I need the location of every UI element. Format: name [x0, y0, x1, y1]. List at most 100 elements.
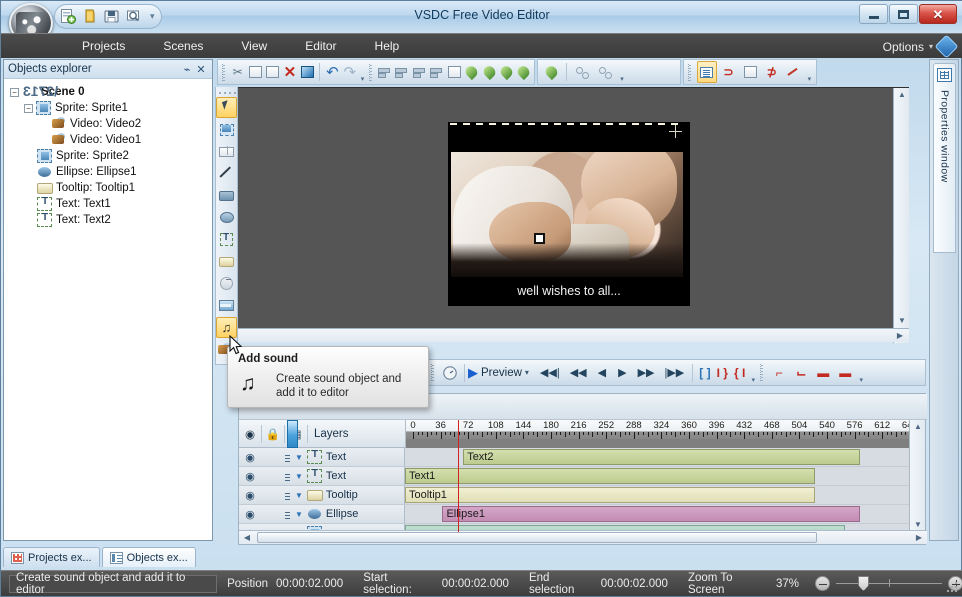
visibility-column-icon[interactable]: ◉ — [239, 427, 261, 441]
edit-marker-button[interactable]: ⊅ — [761, 61, 782, 83]
toolbar-grip[interactable] — [688, 63, 694, 81]
align-top-button[interactable] — [411, 61, 427, 83]
delete-button[interactable]: ✕ — [282, 61, 298, 83]
open-project-icon[interactable] — [81, 8, 98, 25]
clock-tool[interactable] — [216, 273, 237, 294]
trim-end-button[interactable]: ▬ — [834, 362, 856, 384]
align-clip-center-button[interactable]: ⌙ — [790, 362, 812, 384]
preview-label[interactable]: Preview — [481, 367, 522, 379]
tooltip-tool[interactable] — [216, 251, 237, 272]
minimize-button[interactable] — [859, 4, 888, 24]
chevron-down-icon[interactable]: ▼ — [295, 491, 303, 500]
layer-options-icon[interactable] — [285, 471, 293, 481]
scroll-right-icon[interactable]: ▶ — [912, 531, 926, 545]
lock-column-icon[interactable]: 🔒 — [262, 427, 284, 441]
editor-canvas[interactable]: well wishes to all... ▲ ▼ ▶ — [238, 87, 909, 343]
align-clip-left-button[interactable]: ⌐ — [768, 362, 790, 384]
visibility-toggle[interactable]: ◉ — [239, 489, 261, 502]
scroll-up-icon[interactable]: ▲ — [910, 420, 926, 434]
text-tool[interactable] — [216, 229, 237, 250]
scroll-up-icon[interactable]: ▲ — [894, 88, 910, 103]
copy-button[interactable] — [247, 61, 263, 83]
group-nodes-button[interactable] — [571, 61, 593, 83]
tree-item-video1[interactable]: Video: Video1 — [10, 132, 212, 148]
visibility-toggle[interactable]: ◉ — [239, 470, 261, 483]
toolbar-grip[interactable] — [431, 364, 437, 381]
align-bottom-button[interactable] — [429, 61, 445, 83]
sprite-tool[interactable] — [216, 119, 237, 140]
table-row[interactable]: ◉ ▼ Ellipse Ellipse1 — [239, 505, 911, 524]
zoom-out-button[interactable] — [815, 576, 830, 591]
toolbar-grip[interactable] — [760, 364, 767, 381]
properties-button[interactable] — [299, 61, 315, 83]
menu-editor[interactable]: Editor — [286, 34, 355, 59]
align-right-button[interactable] — [394, 61, 410, 83]
align-left-button[interactable] — [377, 61, 393, 83]
timeline-clip[interactable]: Ellipse1 — [442, 506, 861, 522]
palette-grip[interactable] — [216, 90, 237, 96]
fit-selection-button[interactable] — [446, 61, 462, 83]
new-project-icon[interactable] — [59, 8, 76, 25]
tree-item-text2[interactable]: Text: Text2 — [10, 212, 212, 228]
canvas-horizontal-scrollbar[interactable]: ▶ — [238, 328, 909, 342]
cut-button[interactable]: ✂ — [230, 61, 246, 83]
selection-frame-button[interactable] — [740, 61, 761, 83]
chevron-down-icon[interactable]: ▾ — [525, 368, 529, 377]
table-row[interactable]: ◉ ▼ Tooltip Tooltip1 — [239, 486, 911, 505]
canvas-vertical-scrollbar[interactable]: ▲ ▼ — [893, 88, 909, 343]
chevron-down-icon[interactable]: ▼ — [295, 453, 303, 462]
visibility-toggle[interactable]: ◉ — [239, 451, 261, 464]
layer-options-icon[interactable] — [285, 509, 293, 519]
table-row[interactable]: ◉ ▼ Text Text2 — [239, 448, 911, 467]
timeline-vertical-scrollbar[interactable]: ▲ ▼ — [909, 420, 925, 532]
toolbar-overflow-button[interactable]: ▾ — [856, 362, 866, 384]
tab-objects-explorer[interactable]: Objects ex... — [101, 547, 196, 567]
pin-icon[interactable]: ⌁ — [180, 63, 194, 76]
expander-icon[interactable]: − — [24, 103, 33, 113]
send-backward-button[interactable] — [481, 61, 498, 83]
add-marker-button[interactable]: ⊃ — [718, 61, 739, 83]
tree-item-scene0[interactable]: − Scene 0 — [10, 84, 212, 100]
close-icon[interactable]: ✕ — [194, 63, 208, 76]
layer-options-icon[interactable] — [285, 490, 293, 500]
menu-projects[interactable]: Projects — [63, 34, 144, 59]
ungroup-nodes-button[interactable] — [594, 61, 616, 83]
menu-help[interactable]: Help — [356, 34, 419, 59]
step-forward-button[interactable]: ▶ — [618, 366, 626, 379]
timeline-clip[interactable]: Tooltip1 — [405, 487, 815, 503]
undo-button[interactable]: ↶ — [324, 61, 340, 83]
scroll-down-icon[interactable]: ▼ — [894, 314, 910, 329]
cursor-tool[interactable] — [216, 97, 237, 118]
table-row[interactable]: ◉ ▼ Text Text1 — [239, 467, 911, 486]
bring-forward-button[interactable] — [463, 61, 480, 83]
options-menu[interactable]: Options ▾ — [883, 34, 959, 59]
chevron-down-icon[interactable]: ▼ — [295, 472, 303, 481]
tree-item-sprite2[interactable]: Sprite: Sprite2 — [10, 148, 212, 164]
extra-leaf-button[interactable] — [540, 61, 562, 83]
step-back-button[interactable]: ◀ — [598, 366, 606, 379]
go-to-end-button[interactable]: |▶▶ — [664, 366, 684, 379]
tab-properties-window[interactable]: Properties window — [933, 63, 956, 253]
rectangle-tool[interactable] — [216, 185, 237, 206]
timeline-horizontal-scrollbar[interactable]: ◀ ▶ — [239, 530, 927, 544]
scene-box-tool[interactable] — [216, 141, 237, 162]
line-tool[interactable] — [216, 163, 237, 184]
tab-projects-explorer[interactable]: Projects ex... — [3, 547, 100, 567]
help-badge-icon[interactable] — [934, 34, 959, 59]
play-icon[interactable]: ▶ — [468, 365, 478, 381]
set-end-selection-button[interactable]: { I — [734, 366, 745, 380]
redo-button[interactable]: ↷ — [342, 61, 358, 83]
set-start-selection-button[interactable]: I } — [717, 366, 728, 380]
send-to-back-button[interactable] — [515, 61, 533, 83]
tree-item-video2[interactable]: Video: Video2 — [10, 116, 212, 132]
ellipse-tool[interactable] — [216, 207, 237, 228]
timeline-clip[interactable]: Text1 — [405, 468, 815, 484]
close-button[interactable]: ✕ — [919, 4, 957, 24]
toolbar-overflow-button[interactable]: ▾ — [359, 61, 366, 83]
tree-item-sprite1[interactable]: − Sprite: Sprite1 — [10, 100, 212, 116]
timer-button[interactable] — [439, 362, 461, 384]
zoom-slider-thumb[interactable] — [858, 576, 869, 591]
image-tool[interactable] — [216, 295, 237, 316]
tree-item-tooltip1[interactable]: Tooltip: Tooltip1 — [10, 180, 212, 196]
timeline-ruler[interactable]: 0 36 72 108 144 180 216 252 288 324 360 396 432 468 50… — [405, 420, 911, 448]
